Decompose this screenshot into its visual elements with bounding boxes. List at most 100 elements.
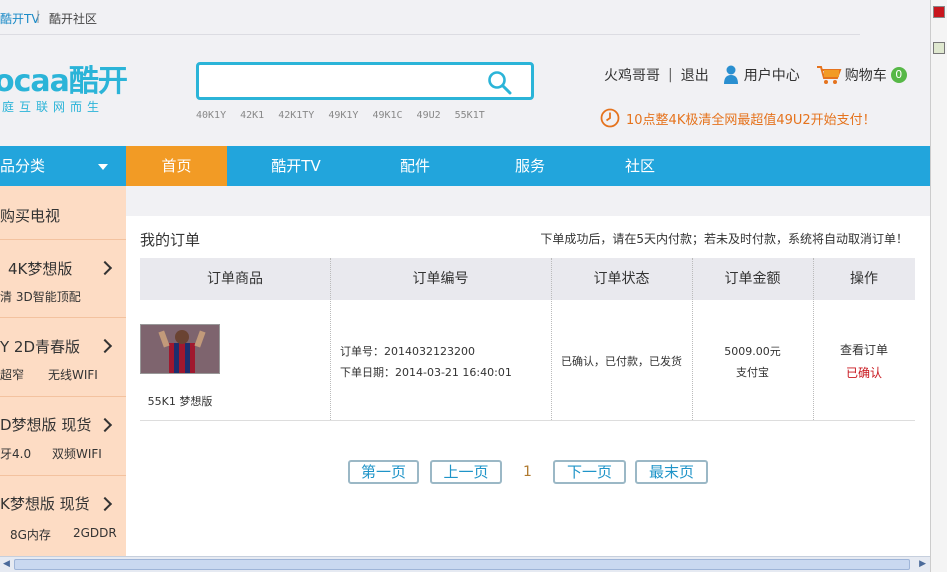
document-icon [933,42,945,54]
column-header: 订单商品 [207,271,263,287]
user-area: 火鸡哥哥 | 退出 用户中心 购物车 0 [604,64,907,86]
category-menu[interactable]: 品分类 [0,146,126,186]
payment-notice: 下单成功后，请在5天内付款；若未及时付款，系统将自动取消订单！ [540,232,908,246]
column-header: 订单金额 [724,271,781,287]
sidebar-item-sub: 8G内存 [10,528,51,542]
sidebar-item-sub: 清 3D智能顶配 [0,290,81,304]
current-page: 1 [523,464,532,480]
view-order-link[interactable]: 查看订单 [813,341,915,358]
sidebar-item-title: Y 2D青春版 [0,338,81,356]
logo-slogan: 庭互联网而生 [2,100,105,114]
username[interactable]: 火鸡哥哥 [604,65,660,85]
chevron-right-icon [97,338,113,354]
chevron-right-icon [97,496,113,512]
category-label: 品分类 [0,157,46,175]
search-icon[interactable] [487,70,513,96]
product-thumbnail[interactable] [140,324,220,374]
cart-icon [816,66,842,84]
row-divider [140,420,915,421]
top-bar: 酷开TV | 酷开社区 [0,0,930,35]
promo-text: 10点整4K极清全网最超值49U2开始支付！ [626,112,876,128]
sidebar-item-title: K梦想版 现货 [0,495,90,513]
top-separator: | [36,9,41,23]
orders-table-header: 订单商品 订单编号 订单状态 订单金额 操作 [140,258,915,300]
nav-item-home[interactable]: 首页 [126,146,227,186]
cart-label: 购物车 [844,68,887,84]
search-box [196,62,534,100]
scroll-right-icon[interactable]: ▶ [919,559,926,569]
column-divider [692,258,693,420]
first-page-button[interactable]: 第一页 [348,460,419,484]
sidebar-item-dream[interactable]: D梦想版 现货 牙4.0 双频WIFI [0,397,126,476]
last-page-button[interactable]: 最末页 [635,460,708,484]
scroll-left-icon[interactable]: ◀ [3,559,10,569]
sidebar-item-sub: 牙4.0 [0,447,32,461]
promo-banner[interactable]: 10点整4K极清全网最超值49U2开始支付！ [600,108,876,128]
orders-panel: 我的订单 下单成功后，请在5天内付款；若未及时付款，系统将自动取消订单！ 订单商… [126,216,930,556]
hot-word[interactable]: 49K1Y [328,110,358,121]
sidebar-item-sub: 超窄 [0,368,25,382]
vertical-scrollbar[interactable] [930,0,947,572]
column-divider [330,258,331,420]
order-status: 已确认，已付款，已发货 [561,355,682,368]
column-header: 订单编号 [412,271,469,287]
sidebar-item-title: D梦想版 现货 [0,416,92,434]
red-flag-icon [933,6,945,18]
product-name[interactable]: 55K1 梦想版 [140,393,220,409]
hot-word[interactable]: 49U2 [417,110,441,121]
order-number: 订单号：2014032123200 [340,345,475,358]
sidebar-item-2d[interactable]: Y 2D青春版 超窄 无线WIFI [0,318,126,397]
sidebar-item-sub: 2GDDR [73,526,117,540]
sidebar-item-sub: 双频WIFI [52,447,102,461]
nav-item-accessories[interactable]: 配件 [375,146,455,186]
horizontal-scrollbar[interactable]: ◀ ▶ [0,556,930,572]
search-input[interactable] [207,70,477,94]
chevron-right-icon [97,260,113,276]
site-logo[interactable]: ocaa酷开 庭互联网而生 [0,56,160,116]
cart-link[interactable]: 购物车 0 [816,64,907,86]
prev-page-button[interactable]: 上一页 [430,460,502,484]
nav-item-community[interactable]: 社区 [600,146,680,186]
sidebar-item-k-dream[interactable]: K梦想版 现货 8G内存 2GDDR [0,476,126,556]
sidebar-item-buy-tv[interactable]: 购买电视 [0,186,126,240]
order-date: 下单日期：2014-03-21 16:40:01 [340,366,512,379]
logo-chinese: 酷开 [68,64,128,99]
sidebar-item-sub: 无线WIFI [48,368,98,382]
hot-word[interactable]: 42K1TY [278,110,314,121]
user-icon [723,65,738,84]
user-separator: | [668,67,673,83]
link-coocaa-tv[interactable]: 酷开TV [0,10,40,27]
sidebar-item-title: 4K梦想版 [8,260,73,278]
chevron-down-icon [98,164,108,170]
user-center-link[interactable]: 用户中心 [723,65,800,85]
payment-method: 支付宝 [736,366,769,379]
column-divider [813,258,814,420]
user-center-label: 用户中心 [743,68,800,84]
category-sidebar: 购买电视 4K梦想版 清 3D智能顶配 Y 2D青春版 超窄 无线WIFI D梦… [0,186,126,556]
hot-word[interactable]: 55K1T [455,110,485,121]
hot-word[interactable]: 42K1 [240,110,264,121]
top-divider [0,34,860,35]
hot-words: 40K1Y 42K1 42K1TY 49K1Y 49K1C 49U2 55K1T [196,110,499,121]
scrollbar-thumb[interactable] [14,559,910,570]
hot-word[interactable]: 49K1C [372,110,402,121]
page-title: 我的订单 [140,231,201,249]
chevron-right-icon [97,417,113,433]
link-community[interactable]: 酷开社区 [49,10,97,27]
main-nav: 品分类 首页 酷开TV 配件 服务 社区 [0,146,930,186]
sidebar-item-4k[interactable]: 4K梦想版 清 3D智能顶配 [0,240,126,318]
sidebar-item-title: 购买电视 [0,207,61,225]
column-divider [551,258,552,420]
hot-word[interactable]: 40K1Y [196,110,226,121]
next-page-button[interactable]: 下一页 [553,460,626,484]
column-header: 操作 [850,271,878,287]
nav-item-service[interactable]: 服务 [490,146,570,186]
confirmed-status: 已确认 [845,366,882,380]
logo-latin: ocaa [0,64,70,99]
cart-count-badge: 0 [890,67,907,83]
nav-item-coocaa-tv[interactable]: 酷开TV [242,146,350,186]
logout-link[interactable]: 退出 [681,65,709,85]
order-amount: 5009.00元 [724,345,781,358]
clock-icon [600,108,620,128]
column-header: 订单状态 [593,271,650,287]
